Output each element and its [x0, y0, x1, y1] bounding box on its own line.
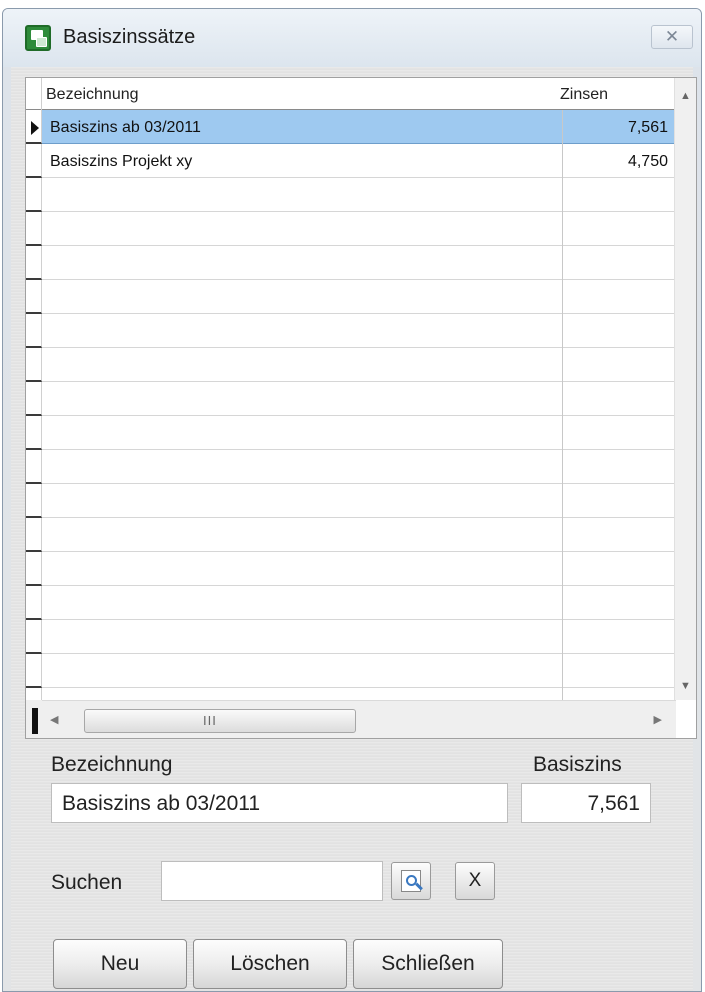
empty-table-row[interactable]: [42, 382, 676, 416]
horizontal-scrollbar[interactable]: ◀ III ▶: [42, 700, 676, 738]
row-indicator[interactable]: [26, 552, 42, 586]
empty-table-row[interactable]: [42, 450, 676, 484]
scroll-down-icon[interactable]: ▼: [680, 680, 691, 692]
empty-table-row[interactable]: [42, 518, 676, 552]
row-indicator[interactable]: [26, 348, 42, 382]
row-indicator[interactable]: [26, 654, 42, 688]
cell-bezeichnung: Basiszins ab 03/2011: [50, 119, 201, 136]
row-indicator[interactable]: [26, 178, 42, 212]
row-indicator[interactable]: [26, 314, 42, 348]
current-row-arrow-icon: [31, 121, 39, 135]
column-header-bezeichnung[interactable]: Bezeichnung: [46, 86, 139, 104]
empty-table-row[interactable]: [42, 246, 676, 280]
empty-table-row[interactable]: [42, 280, 676, 314]
app-icon: [25, 25, 51, 51]
empty-table-row[interactable]: [42, 552, 676, 586]
clear-search-button[interactable]: X: [455, 862, 495, 900]
empty-table-row[interactable]: [42, 314, 676, 348]
table-row[interactable]: Basiszins Projekt xy 4,750: [42, 144, 676, 178]
empty-table-row[interactable]: [42, 654, 676, 688]
empty-table-row[interactable]: [42, 212, 676, 246]
row-indicator[interactable]: [26, 518, 42, 552]
cell-zinsen: 7,561: [627, 119, 668, 136]
bezeichnung-field[interactable]: Basiszins ab 03/2011: [51, 783, 508, 823]
scroll-up-icon[interactable]: ▲: [680, 90, 691, 102]
title-bar: Basiszinssätze ✕: [3, 9, 701, 67]
row-indicator[interactable]: [26, 246, 42, 280]
window-title: Basiszinssätze: [63, 26, 196, 48]
empty-table-row[interactable]: [42, 348, 676, 382]
row-indicator[interactable]: [26, 450, 42, 484]
row-indicator[interactable]: [26, 382, 42, 416]
row-indicator[interactable]: [26, 280, 42, 314]
neu-button[interactable]: Neu: [53, 939, 187, 989]
search-button[interactable]: [391, 862, 431, 900]
dialog-client-area: Bezeichnung Zinsen Basiszins ab 03/2011 7…: [11, 67, 697, 991]
dialog-window: Basiszinssätze ✕ Bezeichnung Zinsen Basi…: [2, 8, 702, 992]
grid-header: Bezeichnung Zinsen: [26, 78, 676, 110]
row-indicator[interactable]: [26, 110, 42, 144]
empty-table-row[interactable]: [42, 688, 676, 700]
cell-bezeichnung: Basiszins Projekt xy: [50, 153, 193, 170]
basiszins-grid[interactable]: Bezeichnung Zinsen Basiszins ab 03/2011 7…: [25, 77, 697, 739]
column-separator: [562, 110, 563, 700]
table-row[interactable]: Basiszins ab 03/2011 7,561: [42, 110, 676, 144]
magnifier-icon: [401, 870, 423, 892]
scroll-right-icon[interactable]: ▶: [654, 713, 662, 726]
row-indicator-column: [26, 110, 42, 722]
empty-table-row[interactable]: [42, 586, 676, 620]
search-input[interactable]: [161, 861, 383, 901]
row-indicator[interactable]: [26, 144, 42, 178]
suchen-label: Suchen: [51, 871, 123, 894]
row-indicator[interactable]: [26, 212, 42, 246]
basiszins-label: Basiszins: [533, 753, 622, 776]
scroll-grip: III: [203, 713, 217, 728]
header-indicator-cell: [26, 78, 42, 110]
empty-table-row[interactable]: [42, 178, 676, 212]
cell-zinsen: 4,750: [627, 153, 668, 170]
empty-table-row[interactable]: [42, 620, 676, 654]
scroll-left-icon[interactable]: ◀: [50, 713, 58, 726]
grid-rows: Basiszins ab 03/2011 7,561 Basiszins Proje…: [42, 110, 676, 700]
row-indicator[interactable]: [26, 620, 42, 654]
row-indicator[interactable]: [26, 484, 42, 518]
row-indicator[interactable]: [26, 416, 42, 450]
column-header-zinsen[interactable]: Zinsen: [560, 86, 608, 104]
loeschen-button[interactable]: Löschen: [193, 939, 347, 989]
empty-table-row[interactable]: [42, 416, 676, 450]
horizontal-scroll-thumb[interactable]: III: [84, 709, 356, 733]
empty-table-row[interactable]: [42, 484, 676, 518]
bezeichnung-label: Bezeichnung: [51, 753, 173, 776]
row-indicator[interactable]: [26, 586, 42, 620]
basiszins-field[interactable]: 7,561: [521, 783, 651, 823]
vertical-scrollbar[interactable]: ▲ ▼: [674, 78, 696, 700]
row-indicator-footer: [26, 700, 42, 738]
schliessen-button[interactable]: Schließen: [353, 939, 503, 989]
close-button[interactable]: ✕: [651, 25, 693, 49]
